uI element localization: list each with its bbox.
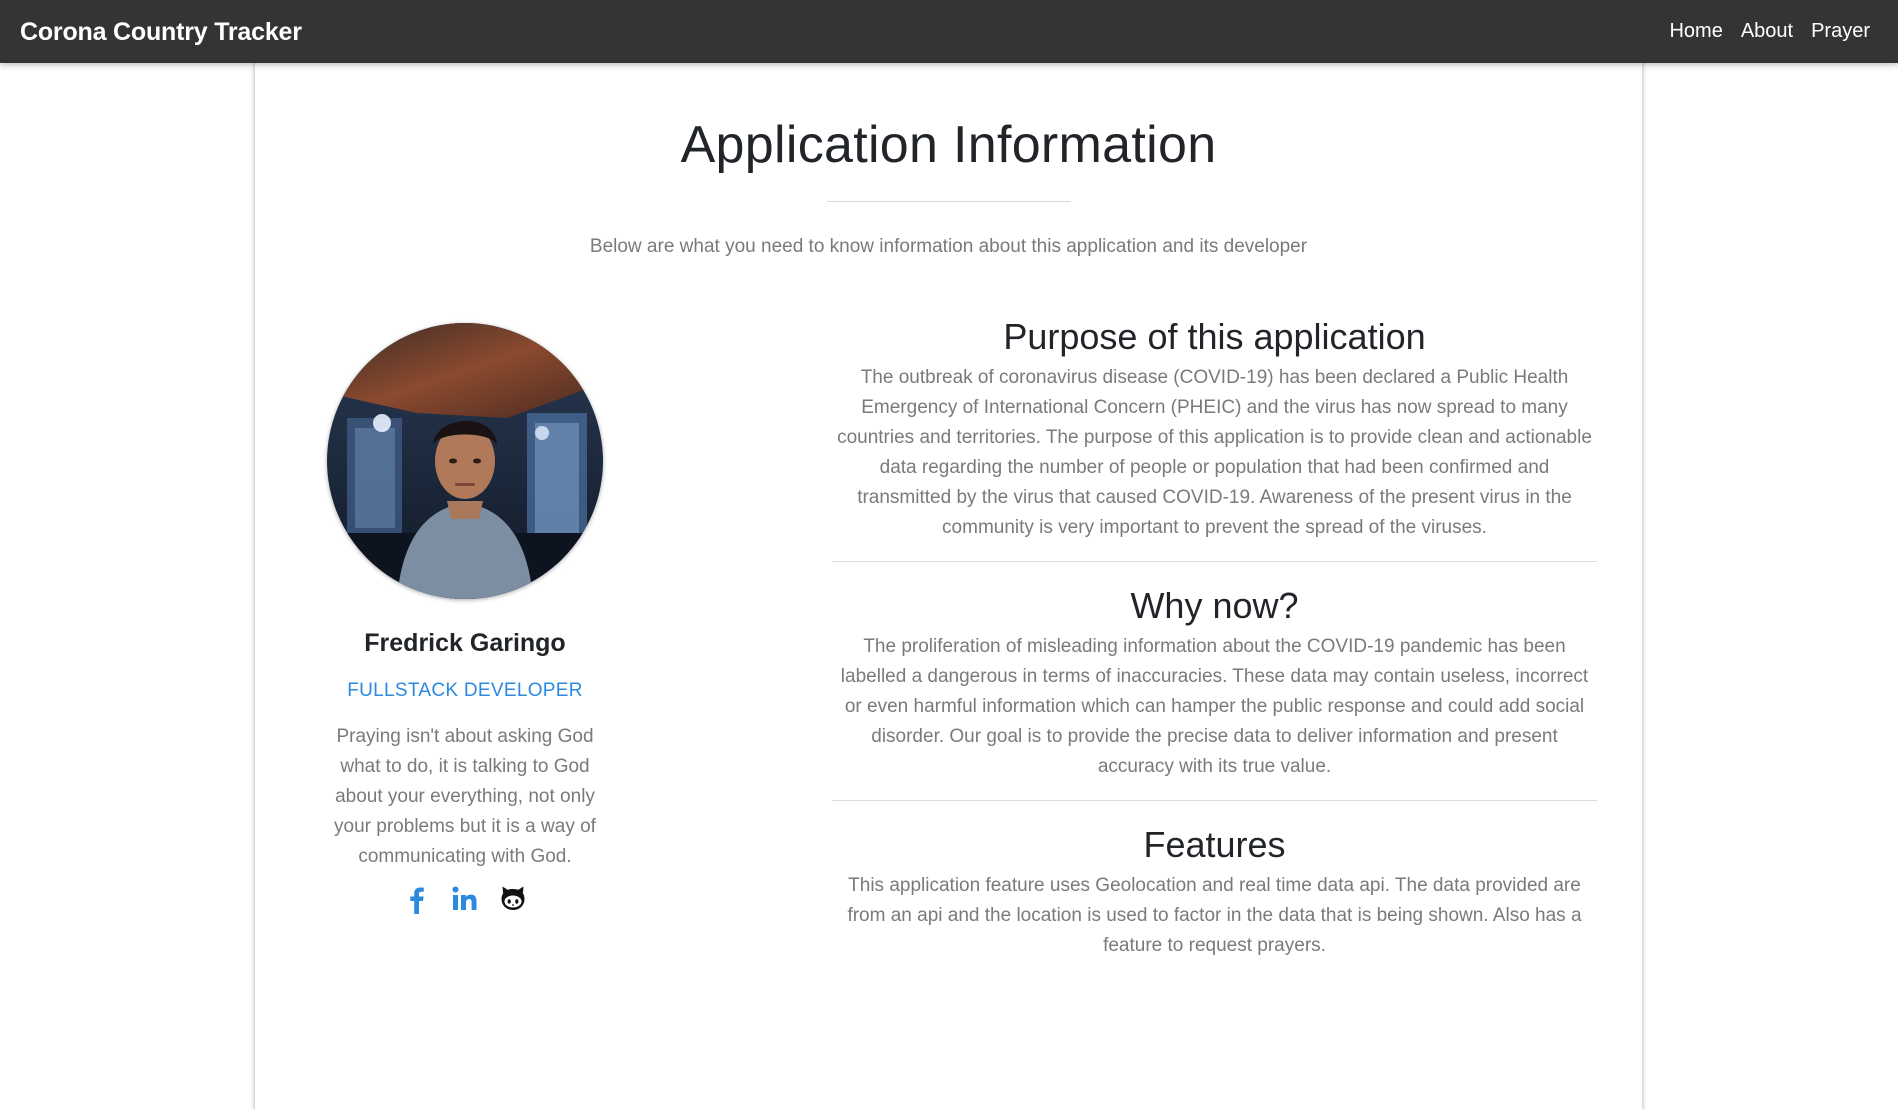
section-heading: Purpose of this application	[1003, 316, 1426, 357]
top-navbar: Corona Country Tracker Home About Prayer	[0, 0, 1898, 63]
developer-avatar	[327, 323, 603, 599]
section-divider	[832, 561, 1597, 562]
section-body: The proliferation of misleading informat…	[840, 636, 1589, 777]
nav-about-link[interactable]: About	[1741, 0, 1793, 63]
purpose-section: Purpose of this application The outbreak…	[832, 315, 1597, 543]
section-heading: Features	[1143, 824, 1286, 865]
developer-profile: Fredrick Garingo FULLSTACK DEVELOPER Pra…	[325, 323, 605, 914]
about-card: Application Information Below are what y…	[255, 55, 1642, 1110]
section-divider	[832, 800, 1597, 801]
developer-quote: Praying isn't about asking God what to d…	[334, 726, 596, 867]
developer-role: FULLSTACK DEVELOPER	[347, 680, 583, 701]
features-section: Features This application feature uses G…	[832, 823, 1597, 961]
section-heading: Why now?	[1130, 585, 1299, 626]
why-now-section: Why now? The proliferation of misleading…	[832, 584, 1597, 782]
title-divider	[827, 201, 1071, 202]
facebook-icon[interactable]	[402, 884, 432, 914]
github-icon[interactable]	[498, 884, 528, 914]
section-body: The outbreak of coronavirus disease (COV…	[837, 367, 1592, 538]
nav-prayer-link[interactable]: Prayer	[1811, 0, 1870, 63]
linkedin-icon[interactable]	[450, 884, 480, 914]
app-info: Purpose of this application The outbreak…	[832, 315, 1597, 961]
section-body: This application feature uses Geolocatio…	[847, 875, 1582, 956]
developer-photo	[327, 323, 603, 599]
nav-links: Home About Prayer	[1669, 0, 1870, 63]
developer-name: Fredrick Garingo	[364, 629, 566, 657]
social-links	[325, 884, 605, 914]
page-subtitle: Below are what you need to know informat…	[589, 236, 1308, 257]
page-title: Application Information	[680, 116, 1217, 174]
brand-link[interactable]: Corona Country Tracker	[20, 0, 302, 65]
nav-home-link[interactable]: Home	[1669, 0, 1722, 63]
